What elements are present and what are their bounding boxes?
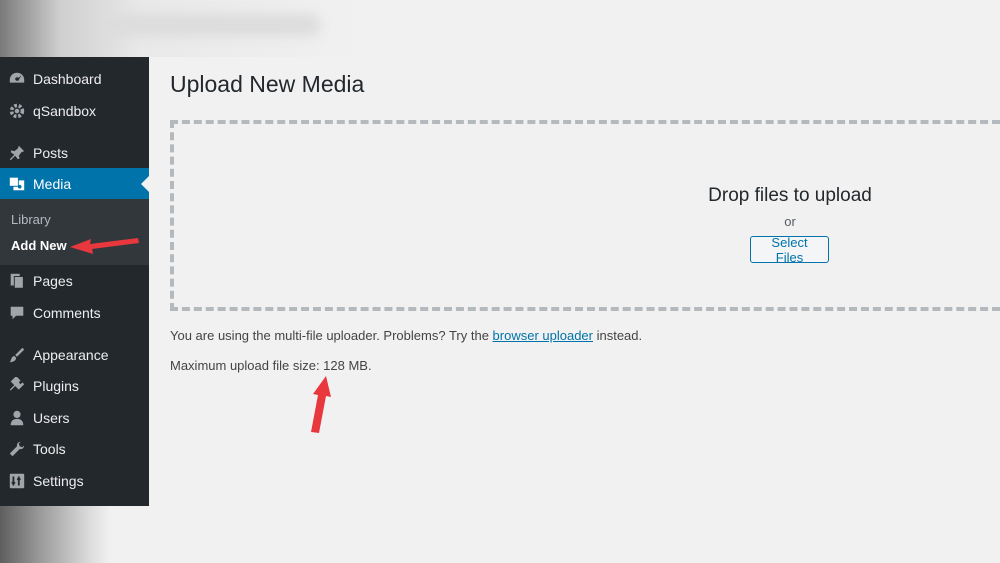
arrow-to-add-new [70,238,139,254]
arrow-to-max-size [311,376,331,433]
annotation-arrows [70,238,331,433]
